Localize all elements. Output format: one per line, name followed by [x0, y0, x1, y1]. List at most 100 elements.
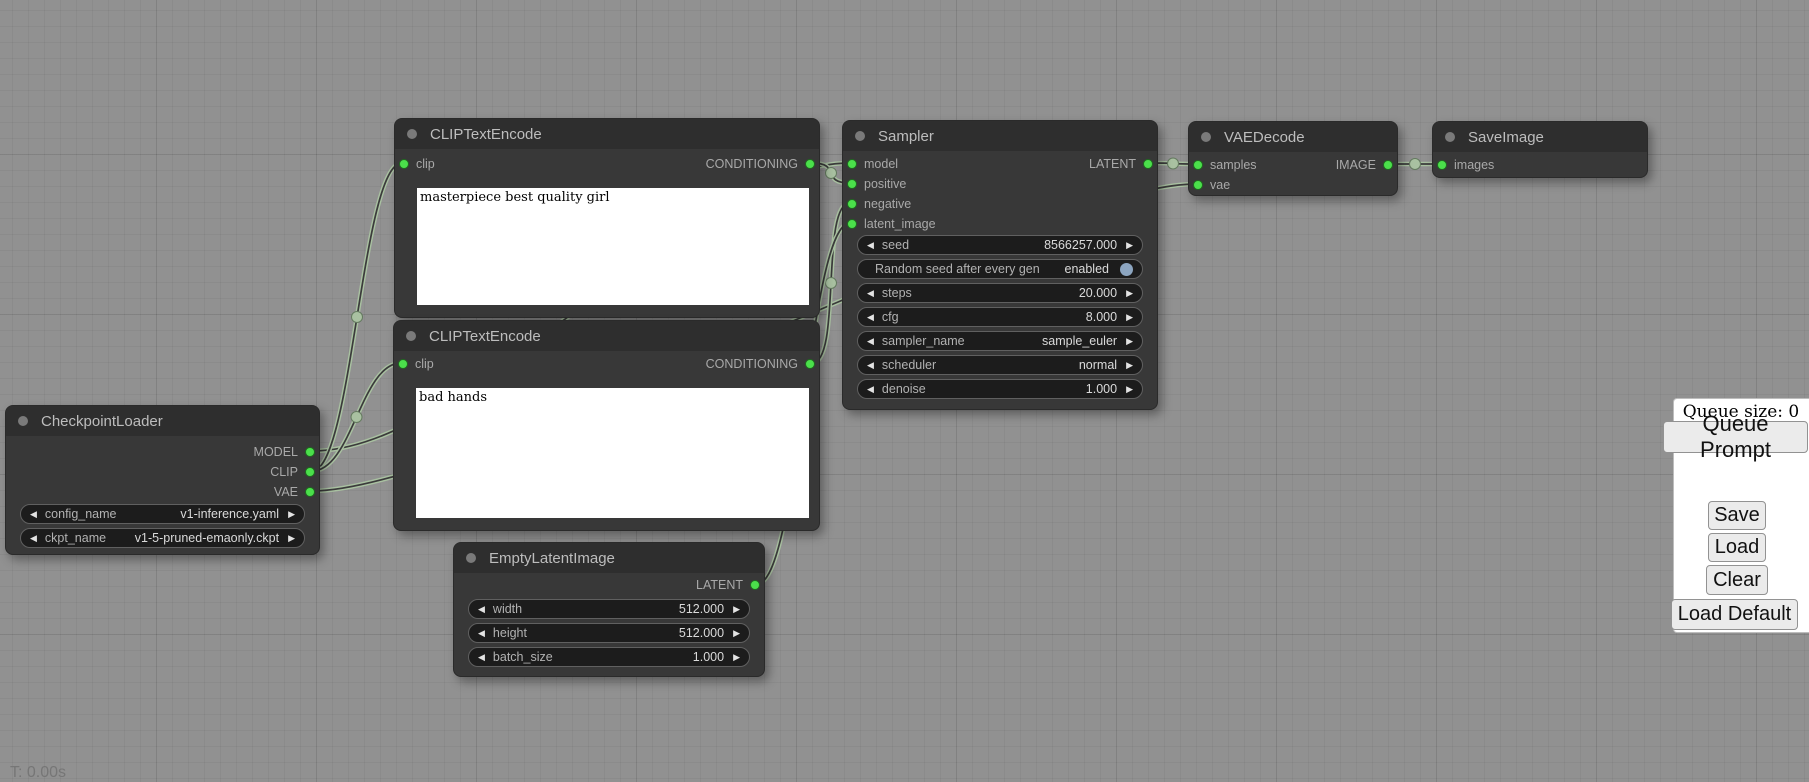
output-port-conditioning[interactable] — [805, 159, 815, 169]
node-titlebar[interactable]: EmptyLatentImage — [454, 543, 764, 573]
link-midpoint-dot[interactable] — [1168, 158, 1179, 169]
input-port-images[interactable] — [1437, 160, 1447, 170]
node-titlebar[interactable]: SaveImage — [1433, 122, 1647, 152]
negative-prompt-textarea[interactable]: bad hands — [416, 388, 809, 518]
link-midpoint-dot[interactable] — [826, 278, 837, 289]
widget-height[interactable]: ◀ height 512.000 ▶ — [468, 623, 750, 643]
input-label-positive: positive — [864, 177, 906, 191]
increment-arrow-icon[interactable]: ▶ — [1126, 289, 1133, 298]
widget-scheduler[interactable]: ◀ scheduler normal ▶ — [857, 355, 1143, 375]
node-title: Sampler — [878, 128, 934, 145]
clear-button[interactable]: Clear — [1706, 565, 1768, 595]
decrement-arrow-icon[interactable]: ◀ — [867, 241, 874, 250]
output-port-latent[interactable] — [750, 580, 760, 590]
collapse-toggle-dot[interactable] — [18, 416, 28, 426]
node-cliptextencode-negative[interactable]: CLIPTextEncode clip CONDITIONING bad han… — [393, 320, 820, 531]
node-titlebar[interactable]: VAEDecode — [1189, 122, 1397, 152]
widget-sampler-name[interactable]: ◀ sampler_name sample_euler ▶ — [857, 331, 1143, 351]
widget-ckpt-name[interactable]: ◀ ckpt_name v1-5-pruned-emaonly.ckpt ▶ — [20, 528, 305, 548]
toggle-knob-icon[interactable] — [1120, 263, 1133, 276]
positive-prompt-textarea[interactable]: masterpiece best quality girl — [417, 188, 809, 305]
decrement-arrow-icon[interactable]: ◀ — [478, 629, 485, 638]
decrement-arrow-icon[interactable]: ◀ — [867, 337, 874, 346]
link-midpoint-dot[interactable] — [351, 412, 362, 423]
input-port-clip[interactable] — [398, 359, 408, 369]
input-label-model: model — [864, 157, 898, 171]
input-label-vae: vae — [1210, 178, 1230, 192]
collapse-toggle-dot[interactable] — [1445, 132, 1455, 142]
save-button[interactable]: Save — [1708, 501, 1766, 530]
widget-config-name[interactable]: ◀ config_name v1-inference.yaml ▶ — [20, 504, 305, 524]
widget-label: denoise — [882, 382, 926, 396]
node-emptylatentimage[interactable]: EmptyLatentImage LATENT ◀ width 512.000 … — [453, 542, 765, 677]
output-port-conditioning[interactable] — [805, 359, 815, 369]
increment-arrow-icon[interactable]: ▶ — [1126, 313, 1133, 322]
input-port-latent-image[interactable] — [847, 219, 857, 229]
output-port-vae[interactable] — [305, 487, 315, 497]
decrement-arrow-icon[interactable]: ◀ — [30, 534, 37, 543]
node-titlebar[interactable]: Sampler — [843, 121, 1157, 151]
queue-prompt-button[interactable]: Queue Prompt — [1663, 421, 1808, 453]
output-port-model[interactable] — [305, 447, 315, 457]
node-vaedecode[interactable]: VAEDecode samples IMAGE vae — [1188, 121, 1398, 196]
increment-arrow-icon[interactable]: ▶ — [733, 629, 740, 638]
output-port-clip[interactable] — [305, 467, 315, 477]
node-checkpointloader[interactable]: CheckpointLoader MODEL CLIP VAE ◀ config… — [5, 405, 320, 555]
collapse-toggle-dot[interactable] — [407, 129, 417, 139]
node-saveimage[interactable]: SaveImage images — [1432, 121, 1648, 178]
input-port-negative[interactable] — [847, 199, 857, 209]
collapse-toggle-dot[interactable] — [466, 553, 476, 563]
node-title: VAEDecode — [1224, 129, 1305, 146]
node-titlebar[interactable]: CLIPTextEncode — [394, 321, 819, 351]
load-default-button[interactable]: Load Default — [1671, 599, 1798, 630]
increment-arrow-icon[interactable]: ▶ — [1126, 385, 1133, 394]
increment-arrow-icon[interactable]: ▶ — [733, 653, 740, 662]
widget-seed[interactable]: ◀ seed 8566257.000 ▶ — [857, 235, 1143, 255]
increment-arrow-icon[interactable]: ▶ — [288, 510, 295, 519]
widget-batch-size[interactable]: ◀ batch_size 1.000 ▶ — [468, 647, 750, 667]
increment-arrow-icon[interactable]: ▶ — [288, 534, 295, 543]
decrement-arrow-icon[interactable]: ◀ — [867, 289, 874, 298]
widget-label: ckpt_name — [45, 531, 106, 545]
input-port-model[interactable] — [847, 159, 857, 169]
increment-arrow-icon[interactable]: ▶ — [1126, 241, 1133, 250]
node-cliptextencode-positive[interactable]: CLIPTextEncode clip CONDITIONING masterp… — [394, 118, 820, 318]
node-sampler[interactable]: Sampler model LATENT positive negative l… — [842, 120, 1158, 410]
output-port-latent[interactable] — [1143, 159, 1153, 169]
collapse-toggle-dot[interactable] — [406, 331, 416, 341]
widget-random-seed-toggle[interactable]: Random seed after every gen enabled — [857, 259, 1143, 279]
increment-arrow-icon[interactable]: ▶ — [733, 605, 740, 614]
widget-denoise[interactable]: ◀ denoise 1.000 ▶ — [857, 379, 1143, 399]
widget-label: sampler_name — [882, 334, 965, 348]
widget-width[interactable]: ◀ width 512.000 ▶ — [468, 599, 750, 619]
output-port-image[interactable] — [1383, 160, 1393, 170]
widget-label: scheduler — [882, 358, 936, 372]
widget-cfg[interactable]: ◀ cfg 8.000 ▶ — [857, 307, 1143, 327]
input-port-clip[interactable] — [399, 159, 409, 169]
widget-label: cfg — [882, 310, 899, 324]
link-midpoint-dot[interactable] — [1410, 159, 1421, 170]
decrement-arrow-icon[interactable]: ◀ — [30, 510, 37, 519]
input-label-images: images — [1454, 158, 1494, 172]
node-title: CLIPTextEncode — [429, 328, 541, 345]
collapse-toggle-dot[interactable] — [855, 131, 865, 141]
link-midpoint-dot[interactable] — [352, 312, 363, 323]
increment-arrow-icon[interactable]: ▶ — [1126, 337, 1133, 346]
link-midpoint-dot[interactable] — [826, 168, 837, 179]
decrement-arrow-icon[interactable]: ◀ — [478, 653, 485, 662]
node-titlebar[interactable]: CheckpointLoader — [6, 406, 319, 436]
widget-steps[interactable]: ◀ steps 20.000 ▶ — [857, 283, 1143, 303]
input-port-samples[interactable] — [1193, 160, 1203, 170]
decrement-arrow-icon[interactable]: ◀ — [867, 385, 874, 394]
increment-arrow-icon[interactable]: ▶ — [1126, 361, 1133, 370]
node-titlebar[interactable]: CLIPTextEncode — [395, 119, 819, 149]
load-button[interactable]: Load — [1708, 533, 1766, 562]
input-port-positive[interactable] — [847, 179, 857, 189]
decrement-arrow-icon[interactable]: ◀ — [867, 361, 874, 370]
output-label-model: MODEL — [254, 445, 298, 459]
collapse-toggle-dot[interactable] — [1201, 132, 1211, 142]
input-port-vae[interactable] — [1193, 180, 1203, 190]
decrement-arrow-icon[interactable]: ◀ — [478, 605, 485, 614]
widget-label: width — [493, 602, 522, 616]
decrement-arrow-icon[interactable]: ◀ — [867, 313, 874, 322]
